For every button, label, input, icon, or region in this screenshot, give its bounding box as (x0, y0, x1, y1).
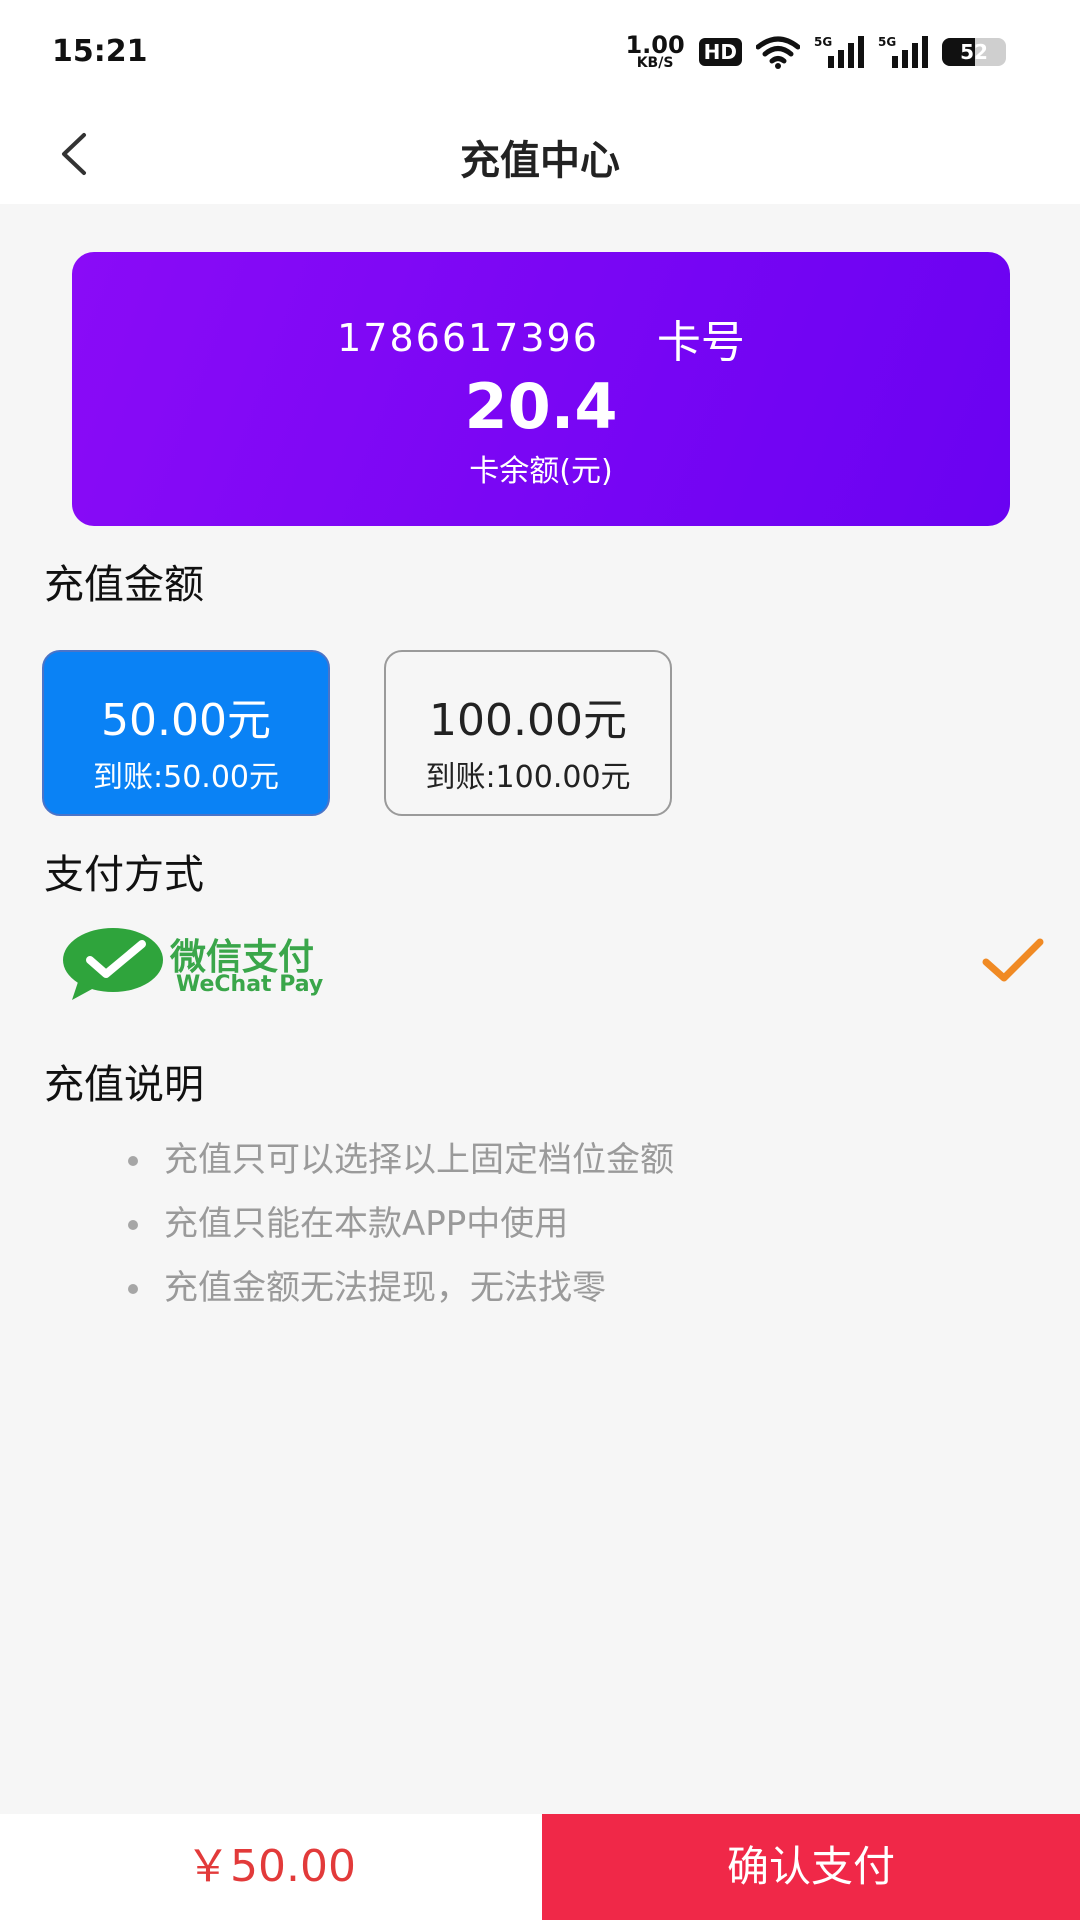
signal-5g-label-2: 5G (878, 35, 896, 49)
network-speed-unit: KB/S (636, 55, 674, 71)
bottom-bar: ￥50.00 确认支付 (0, 1814, 1080, 1920)
hd-voice-icon: HD (698, 38, 742, 66)
note-item: 充值只能在本款APP中使用 (128, 1192, 674, 1256)
status-bar: 15:21 1.00 KB/S HD 5G 5G 52 (0, 0, 1080, 104)
signal-5g-label: 5G (814, 35, 832, 49)
bullet-icon (128, 1284, 138, 1294)
amount-option-100[interactable]: 100.00元 到账:100.00元 (384, 650, 672, 816)
amount-option-value: 100.00元 (429, 695, 627, 746)
note-item: 充值金额无法提现，无法找零 (128, 1256, 674, 1320)
checkmark-icon (982, 938, 1044, 982)
note-text: 充值只可以选择以上固定档位金额 (164, 1140, 674, 1180)
battery-icon: 52 (942, 38, 1006, 66)
notes-list: 充值只可以选择以上固定档位金额 充值只能在本款APP中使用 充值金额无法提现，无… (128, 1128, 674, 1320)
card-info-panel: 1786617396 卡号 20.4 卡余额(元) (72, 252, 1010, 526)
confirm-pay-button[interactable]: 确认支付 (542, 1814, 1080, 1920)
card-number-row: 1786617396 卡号 (72, 306, 1010, 370)
wechat-pay-logo-icon (63, 928, 163, 1000)
bullet-icon (128, 1156, 138, 1166)
network-speed-value: 1.00 (625, 31, 685, 59)
card-number: 1786617396 (337, 316, 599, 360)
status-time: 15:21 (52, 34, 148, 69)
amount-option-value: 50.00元 (101, 695, 271, 746)
amount-option-50[interactable]: 50.00元 到账:50.00元 (42, 650, 330, 816)
note-text: 充值金额无法提现，无法找零 (164, 1268, 606, 1308)
amount-section-title: 充值金额 (44, 562, 204, 608)
nav-bar: 充值中心 (0, 104, 1080, 204)
bullet-icon (128, 1220, 138, 1230)
wifi-icon (756, 36, 800, 69)
card-balance-label: 卡余额(元) (469, 454, 613, 489)
card-balance: 20.4 (464, 370, 618, 443)
wechat-pay-label-en: WeChat Pay (176, 972, 324, 997)
amount-option-credited: 到账:100.00元 (425, 760, 631, 795)
notes-section-title: 充值说明 (44, 1062, 204, 1108)
signal-5g-icon: 5G (814, 35, 864, 68)
payment-option-wechat[interactable]: 微信支付 WeChat Pay (44, 910, 1044, 1020)
signal-5g-icon-2: 5G (878, 35, 928, 68)
note-text: 充值只能在本款APP中使用 (164, 1204, 569, 1244)
amount-option-credited: 到账:50.00元 (93, 760, 279, 795)
battery-level: 52 (960, 40, 988, 64)
total-amount: ￥50.00 (186, 1841, 356, 1892)
status-icons: 1.00 KB/S HD 5G 5G 52 (625, 30, 1006, 74)
note-item: 充值只可以选择以上固定档位金额 (128, 1128, 674, 1192)
page-title: 充值中心 (460, 138, 620, 184)
card-number-label: 卡号 (656, 317, 745, 368)
network-speed: 1.00 KB/S (625, 31, 685, 71)
payment-section-title: 支付方式 (44, 852, 204, 898)
